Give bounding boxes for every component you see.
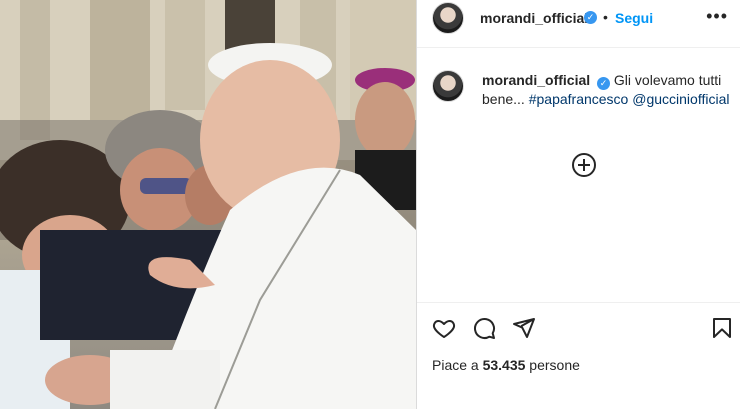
- caption-verified-badge-icon: ✓: [597, 77, 611, 90]
- likes-suffix: persone: [525, 357, 580, 373]
- comment-button[interactable]: [472, 316, 498, 342]
- post-actions: [417, 316, 740, 342]
- like-button[interactable]: [432, 316, 458, 342]
- share-button[interactable]: [512, 316, 538, 342]
- header-username[interactable]: morandi_official: [480, 10, 588, 26]
- caption-avatar[interactable]: [432, 70, 464, 102]
- actions-divider: [417, 302, 740, 303]
- post-photo[interactable]: [0, 0, 416, 409]
- paper-plane-icon: [513, 318, 535, 338]
- bookmark-icon: [713, 318, 731, 338]
- mention-link[interactable]: @gucciniofficial: [632, 91, 729, 107]
- more-options-icon[interactable]: •••: [706, 6, 728, 27]
- caption-text: morandi_official ✓ Gli volevamo tutti be…: [482, 71, 732, 109]
- caption-username[interactable]: morandi_official: [482, 72, 590, 88]
- separator-dot: •: [603, 9, 608, 25]
- verified-badge-icon: ✓: [584, 11, 597, 24]
- save-button[interactable]: [710, 316, 736, 342]
- comment-icon: [474, 318, 495, 339]
- likes-number: 53.435: [482, 357, 526, 373]
- heart-icon: [432, 320, 456, 338]
- likes-count[interactable]: Piace a 53.435 persone: [432, 357, 580, 373]
- photo-illustration: [0, 0, 416, 409]
- plus-circle-icon[interactable]: [572, 153, 596, 177]
- hashtag-link[interactable]: #papafrancesco: [529, 91, 629, 107]
- post-header: morandi_official ✓ • Segui •••: [417, 0, 740, 48]
- post-side-panel: morandi_official ✓ • Segui ••• morandi_o…: [417, 0, 740, 409]
- avatar[interactable]: [432, 2, 464, 34]
- follow-button[interactable]: Segui: [615, 10, 653, 26]
- likes-prefix: Piace a: [432, 357, 483, 373]
